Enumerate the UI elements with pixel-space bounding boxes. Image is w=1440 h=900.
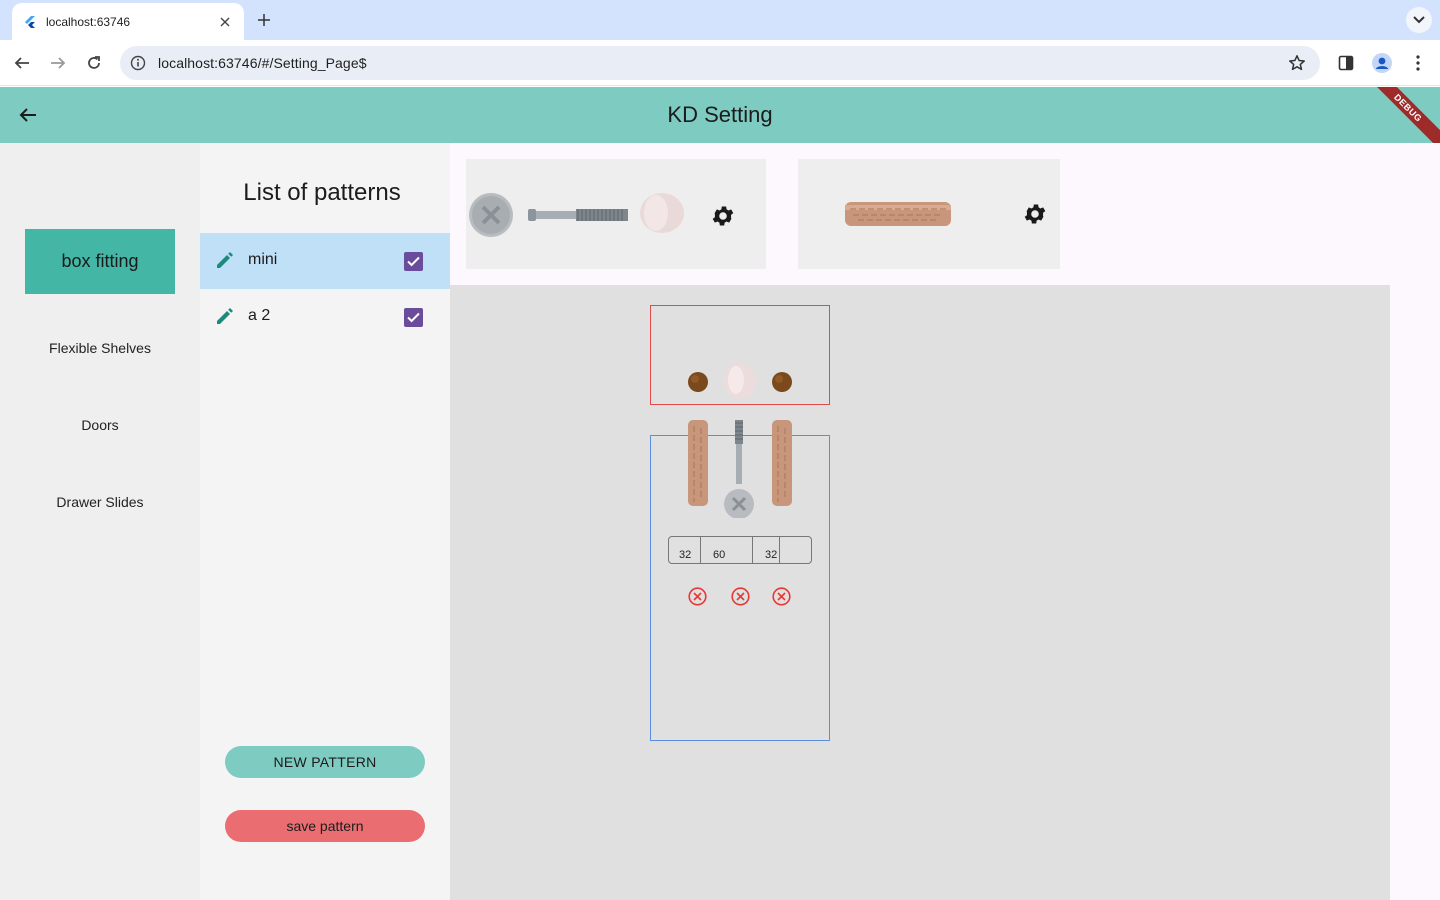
top-view-frame [650, 305, 830, 405]
side-view-fittings [688, 420, 792, 518]
debug-label: DEBUG [1360, 87, 1440, 143]
back-arrow-icon[interactable] [11, 52, 33, 74]
pattern-row[interactable]: a 2 [200, 289, 450, 345]
new-pattern-button[interactable]: NEW PATTERN [225, 746, 425, 778]
tab-title: localhost:63746 [46, 14, 131, 29]
patterns-panel: List of patterns mini a 2 NEW PATTERN sa… [200, 143, 450, 900]
connector-bolt-icon [528, 209, 628, 221]
pattern-name: mini [248, 251, 278, 268]
remove-circle-icon[interactable] [731, 587, 750, 606]
nav-item-doors[interactable]: Doors [25, 402, 175, 448]
spacing-field[interactable]: 32 [668, 536, 701, 564]
spacing-field[interactable] [728, 536, 752, 564]
browser-tab[interactable]: localhost:63746 [12, 3, 244, 40]
remove-circle-icon[interactable] [688, 587, 707, 606]
pattern-name: a 2 [248, 307, 271, 324]
debug-banner: DEBUG [1358, 87, 1440, 143]
edit-pencil-icon[interactable] [214, 249, 236, 271]
bookmark-star-icon[interactable] [1288, 54, 1306, 72]
flutter-favicon-icon [22, 14, 38, 30]
url-text: localhost:63746/#/Setting_Page$ [158, 55, 367, 71]
close-tab-icon[interactable] [216, 13, 234, 31]
wood-dowel-icon [845, 202, 951, 226]
cam-cap-icon [724, 363, 756, 399]
wood-dowel-icon [772, 420, 792, 506]
nav-item-flexible-shelves[interactable]: Flexible Shelves [25, 325, 175, 371]
cam-cap-icon [640, 193, 684, 233]
spacing-field[interactable]: 32 [752, 536, 780, 564]
fitting-card-cam-connector[interactable] [466, 159, 766, 269]
spacing-field[interactable]: 60 [700, 536, 728, 564]
edit-pencil-icon[interactable] [214, 305, 236, 327]
pattern-checkbox[interactable] [404, 252, 423, 271]
pattern-checkbox[interactable] [404, 308, 423, 327]
dowel-hole-icon [688, 372, 708, 392]
remove-circle-icon[interactable] [772, 587, 791, 606]
nav-item-drawer-slides[interactable]: Drawer Slides [25, 479, 175, 525]
nav-item-box-fitting[interactable]: box fitting [25, 229, 175, 294]
cam-screw-icon [469, 193, 513, 237]
side-panel-icon[interactable] [1335, 52, 1357, 74]
gear-icon[interactable] [1022, 201, 1048, 227]
profile-avatar-icon[interactable] [1371, 52, 1393, 74]
save-pattern-button[interactable]: save pattern [225, 810, 425, 842]
connector-bolt-icon [724, 420, 754, 518]
spacing-field[interactable] [780, 536, 812, 564]
dowel-hole-icon [772, 372, 792, 392]
fitting-card-dowel[interactable] [798, 159, 1060, 269]
category-sidebar: box fitting Flexible Shelves Doors Drawe… [0, 143, 200, 900]
patterns-heading: List of patterns [243, 179, 401, 206]
tab-search-chevron-icon[interactable] [1406, 7, 1432, 33]
app-bar: KD Setting DEBUG [0, 87, 1440, 143]
pattern-canvas[interactable] [450, 285, 1390, 900]
wood-dowel-icon [688, 420, 708, 506]
address-bar[interactable]: localhost:63746/#/Setting_Page$ [120, 46, 1320, 80]
site-info-icon[interactable] [130, 55, 146, 71]
page-title: KD Setting [667, 102, 773, 127]
gear-icon[interactable] [710, 203, 736, 229]
browser-menu-icon[interactable] [1407, 52, 1429, 74]
new-tab-icon[interactable] [254, 10, 274, 30]
forward-arrow-icon[interactable] [47, 52, 69, 74]
reload-icon[interactable] [83, 52, 105, 74]
browser-toolbar: localhost:63746/#/Setting_Page$ [0, 40, 1440, 86]
pattern-row[interactable]: mini [200, 233, 450, 289]
browser-tab-strip: localhost:63746 [0, 0, 1440, 40]
